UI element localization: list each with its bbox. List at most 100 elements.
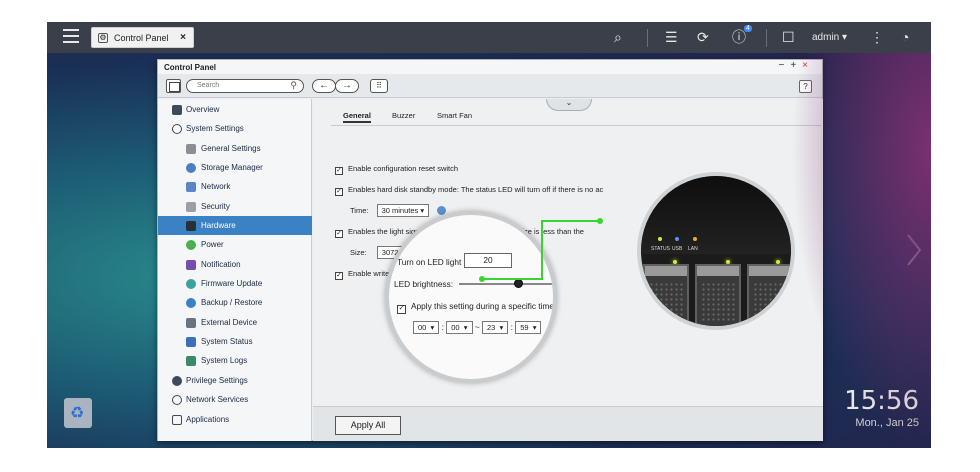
status-led [658, 237, 662, 241]
sidebar-item-applications[interactable]: Applications [158, 410, 312, 429]
status-label: STATUS [651, 246, 670, 252]
led-toggle-row[interactable]: ✓Turn on LED light [389, 257, 461, 270]
tab-divider [331, 125, 821, 126]
search-icon[interactable]: ⌕ [614, 28, 622, 46]
checkbox[interactable]: ✓ [335, 272, 343, 280]
user-icon [172, 376, 182, 386]
sidebar-item-external-device[interactable]: External Device [158, 313, 312, 332]
sidebar-item-privilege-settings[interactable]: Privilege Settings [158, 371, 312, 390]
general-settings-icon [186, 144, 196, 154]
from-minute-select[interactable]: 00 ▾ [446, 321, 473, 334]
usb-led [675, 237, 679, 241]
sidebar-item-hardware[interactable]: Hardware [158, 216, 312, 235]
apply-all-button[interactable]: Apply All [335, 416, 401, 435]
main-menu-icon[interactable] [63, 29, 79, 43]
from-hour-select[interactable]: 00 ▾ [413, 321, 440, 334]
taskbar-tab-label: Control Panel [114, 33, 169, 43]
apps-grid-button[interactable]: ⠿ [370, 79, 388, 93]
power-icon [186, 240, 196, 250]
search-input[interactable]: Search ⚲ [186, 79, 304, 93]
brightness-label: LED brightness: [394, 279, 454, 289]
notification-icon [186, 260, 196, 270]
applications-icon [172, 415, 182, 425]
sidebar-item-overview[interactable]: Overview [158, 100, 312, 119]
dashboard-icon[interactable]: ◔ [901, 28, 909, 46]
background-tasks-icon[interactable]: ☰ [665, 28, 678, 46]
sidebar-item-security[interactable]: Security [158, 197, 312, 216]
checkbox[interactable]: ✓ [335, 188, 343, 196]
external-device-icon [186, 318, 196, 328]
window-controls: −+× [778, 60, 814, 71]
checkbox[interactable]: ✓ [335, 167, 343, 175]
tab-buzzer[interactable]: Buzzer [392, 111, 415, 120]
close-window-button[interactable]: × [802, 60, 814, 71]
checkbox[interactable]: ✓ [335, 230, 343, 238]
sidebar-item-network[interactable]: Network [158, 177, 312, 196]
help-button[interactable]: ? [799, 80, 812, 93]
lan-label: LAN [688, 246, 698, 252]
sidebar-item-firmware-update[interactable]: Firmware Update [158, 274, 312, 293]
back-button[interactable]: ← [312, 79, 336, 93]
user-menu[interactable]: admin ▾ [812, 32, 847, 43]
info-icon[interactable] [437, 206, 447, 215]
network-icon [186, 182, 196, 192]
schedule-times: 00 ▾ : 00 ▾ ~ 23 ▾ : 59 ▾ [413, 321, 542, 334]
sidebar-item-system-logs[interactable]: System Logs [158, 351, 312, 370]
collapse-toggle[interactable]: ⌄ [546, 99, 592, 111]
sync-icon[interactable]: ⟳ [697, 28, 709, 46]
to-hour-select[interactable]: 23 ▾ [481, 321, 509, 334]
user-icon[interactable]: ☐ [782, 28, 795, 46]
sidebar: Overview System Settings General Setting… [158, 99, 312, 441]
toolbar: Search ⚲ ← → ⠿ ? [158, 74, 822, 98]
usb-label: USB [672, 246, 683, 252]
close-tab-icon[interactable]: × [180, 32, 186, 43]
tab-general[interactable]: General [343, 111, 371, 123]
time-select[interactable]: 30 minutes ▾ [376, 204, 430, 217]
maximize-button[interactable]: + [790, 60, 802, 71]
sidebar-item-notification[interactable]: Notification [158, 255, 312, 274]
lock-icon [186, 202, 196, 212]
divider [647, 29, 648, 47]
clock-date: Mon., Jan 25 [855, 417, 919, 429]
sidebar-item-storage-manager[interactable]: Storage Manager [158, 158, 312, 177]
taskbar: ⚙ Control Panel × ⌕ ☰ ⟳ ⓘ 4 ☐ admin ▾ ⋮ … [47, 22, 931, 53]
gear-icon [172, 124, 182, 134]
magnified-nas-leds: STATUS USB LAN [637, 172, 795, 330]
sidebar-item-network-services[interactable]: Network Services [158, 390, 312, 409]
next-page-arrow-icon[interactable] [905, 232, 923, 268]
overview-toggle-button[interactable] [166, 79, 181, 93]
size-label: Size: [350, 248, 367, 257]
sidebar-item-system-status[interactable]: System Status [158, 332, 312, 351]
sidebar-item-power[interactable]: Power [158, 235, 312, 254]
sidebar-item-general-settings[interactable]: General Settings [158, 139, 312, 158]
recycle-bin-icon[interactable] [64, 398, 92, 428]
taskbar-tab-control-panel[interactable]: ⚙ Control Panel × [91, 27, 194, 48]
to-minute-select[interactable]: 59 ▾ [515, 321, 542, 334]
notification-badge: 4 [744, 25, 752, 32]
minimize-button[interactable]: − [778, 60, 790, 71]
sidebar-item-backup-restore[interactable]: Backup / Restore [158, 293, 312, 312]
overview-icon [172, 105, 182, 115]
option-standby[interactable]: ✓ Enables hard disk standby mode: The sta… [335, 185, 603, 196]
divider [766, 29, 767, 47]
desktop: ⚙ Control Panel × ⌕ ☰ ⟳ ⓘ 4 ☐ admin ▾ ⋮ … [47, 22, 931, 448]
forward-button[interactable]: → [335, 79, 359, 93]
more-options-icon[interactable]: ⋮ [870, 28, 884, 46]
sidebar-item-system-settings[interactable]: System Settings [158, 119, 312, 138]
search-placeholder: Search [197, 82, 220, 89]
tab-smart-fan[interactable]: Smart Fan [437, 111, 472, 120]
drive-bay [695, 264, 741, 326]
nas-front-panel [641, 176, 791, 254]
standby-time-row: Time: 30 minutes ▾ [350, 204, 447, 217]
callout-connector [479, 218, 603, 282]
footer-bar: Apply All [313, 406, 823, 441]
clock-time: 15:56 [844, 386, 919, 416]
backup-icon [186, 298, 196, 308]
drive-bay [747, 264, 791, 326]
storage-icon [186, 163, 196, 173]
option-reset-switch[interactable]: ✓ Enable configuration reset switch [335, 164, 458, 175]
network-services-icon [172, 395, 182, 405]
checkbox[interactable]: ✓ [397, 305, 406, 314]
lan-led [693, 237, 697, 241]
system-status-icon [186, 337, 196, 347]
